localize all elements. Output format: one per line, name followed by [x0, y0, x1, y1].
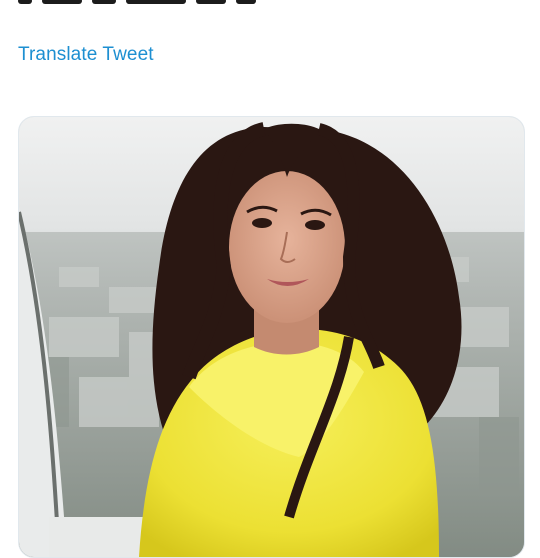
translate-tweet-link[interactable]: Translate Tweet [18, 44, 154, 66]
tweet-photo[interactable] [18, 116, 525, 558]
tweet-text-clipped [18, 0, 378, 6]
photo-image [19, 117, 524, 557]
